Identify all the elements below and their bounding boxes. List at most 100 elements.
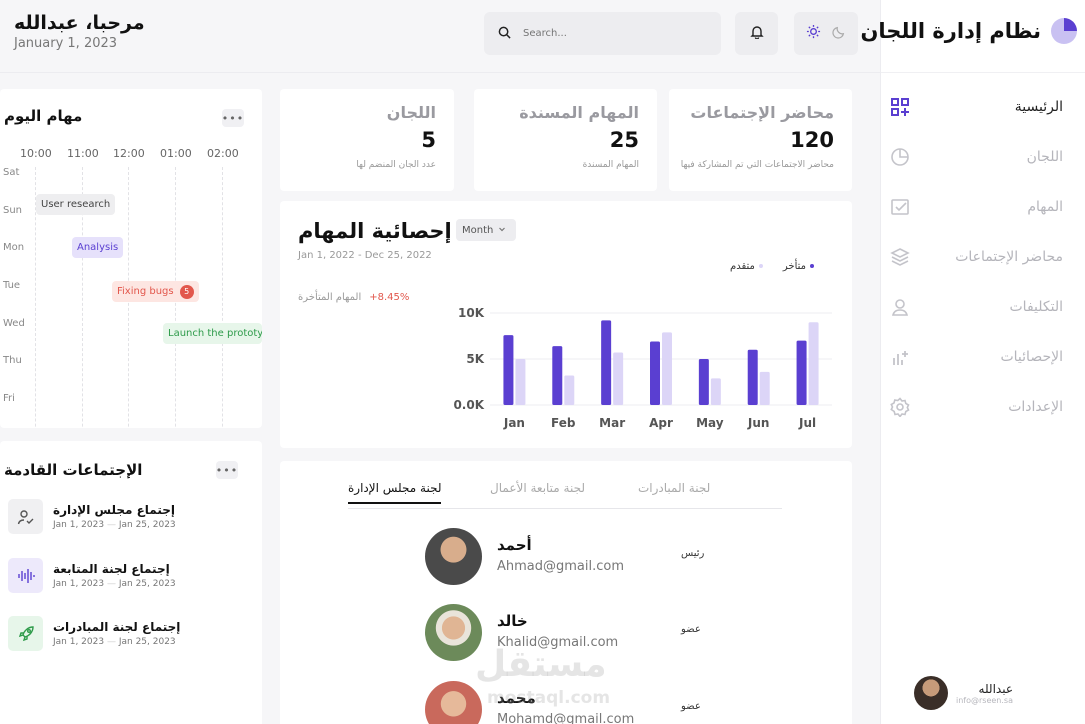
tab-follow-up[interactable]: لجنة متابعة الأعمال <box>490 481 585 495</box>
profile-name: عبدالله <box>978 681 1013 696</box>
meeting-item[interactable]: إجتماع مجلس الإدارة Jan 1, 2023 — Jan 25… <box>8 499 176 534</box>
checkbox-icon <box>889 196 911 218</box>
sidebar-item-statistics[interactable]: الإحصائيات <box>880 332 1085 382</box>
meeting-dates: Jan 1, 2023 — Jan 25, 2023 <box>53 579 176 589</box>
stat-value: 5 <box>421 128 436 152</box>
sidebar-item-label: الإحصائيات <box>1000 349 1063 365</box>
settings-icon <box>889 396 911 418</box>
search-input[interactable] <box>523 28 693 39</box>
sidebar-item-label: الرئيسية <box>1014 99 1063 115</box>
more-options-button[interactable]: ••• <box>216 461 238 479</box>
member-role: رئيس <box>681 548 705 559</box>
event-label: Analysis <box>77 242 119 253</box>
avatar <box>425 681 482 724</box>
day-label: Sat <box>3 167 20 178</box>
more-options-button[interactable]: ••• <box>222 109 244 127</box>
x-tick-label: Feb <box>551 416 576 430</box>
stat-card-tasks: المهام المسندة 25 المهام المسندة <box>474 89 657 191</box>
app-title: نظام إدارة اللجان <box>860 19 1042 43</box>
tab-board[interactable]: لجنة مجلس الإدارة <box>348 481 442 504</box>
event-user-research[interactable]: User research <box>36 194 116 215</box>
event-label: Fixing bugs <box>117 286 174 297</box>
sun-icon[interactable] <box>806 24 821 43</box>
date-separator: — <box>106 637 116 647</box>
meeting-dates: Jan 1, 2023 — Jan 25, 2023 <box>53 520 176 530</box>
stat-value: 25 <box>609 128 639 152</box>
meeting-name: إجتماع مجلس الإدارة <box>53 503 176 517</box>
sidebar-item-tasks[interactable]: المهام <box>880 182 1085 232</box>
meeting-to: Jan 25, 2023 <box>118 520 176 530</box>
x-tick-label: Jan <box>503 416 525 430</box>
event-count-badge: 5 <box>179 284 194 299</box>
day-label: Mon <box>3 242 25 253</box>
meeting-item[interactable]: إجتماع لجنة المبادرات Jan 1, 2023 — Jan … <box>8 616 180 651</box>
more-icon: ••• <box>215 463 239 477</box>
stat-title: المهام المسندة <box>519 103 639 122</box>
schedule-card: مهام اليوم ••• 10:00 11:00 12:00 01:00 0… <box>0 89 262 428</box>
time-label: 12:00 <box>113 147 145 160</box>
meeting-to: Jan 25, 2023 <box>118 579 176 589</box>
bar-late-mar <box>601 320 612 405</box>
event-fixing-bugs[interactable]: Fixing bugs 5 <box>112 281 199 302</box>
time-label: 01:00 <box>160 147 192 160</box>
y-tick-label: 5K <box>466 352 484 366</box>
brand-logo-icon <box>1051 18 1077 44</box>
sidebar-item-settings[interactable]: الإعدادات <box>880 382 1085 432</box>
sidebar-item-home[interactable]: الرئيسية <box>880 82 1085 132</box>
watermark: مستقل <box>475 644 607 685</box>
grid-line <box>222 167 223 428</box>
pie-chart-icon <box>889 146 911 168</box>
meeting-item[interactable]: إجتماع لجنة المتابعة Jan 1, 2023 — Jan 2… <box>8 558 176 593</box>
brand: نظام إدارة اللجان <box>860 18 1077 44</box>
divider <box>881 72 1085 73</box>
search-box[interactable] <box>484 12 721 55</box>
user-profile[interactable]: عبدالله info@rseen.sa <box>914 676 1013 710</box>
event-analysis[interactable]: Analysis <box>72 237 124 258</box>
stat-title: اللجان <box>386 103 436 122</box>
meeting-dates: Jan 1, 2023 — Jan 25, 2023 <box>53 637 180 647</box>
bar-ahead-jul <box>808 322 819 405</box>
sidebar-item-label: محاضر الإجتماعات <box>955 249 1063 265</box>
sidebar-item-label: التكليفات <box>1009 299 1064 315</box>
member-row[interactable]: محمد Mohamd@gmail.com عضو <box>425 681 701 724</box>
member-name: خالد <box>497 612 528 630</box>
meeting-from: Jan 1, 2023 <box>53 579 105 589</box>
sidebar: نظام إدارة اللجان الرئيسية اللجان المهام <box>861 0 1085 724</box>
meeting-from: Jan 1, 2023 <box>53 637 105 647</box>
bar-late-may <box>698 359 709 405</box>
sidebar-item-committees[interactable]: اللجان <box>880 132 1085 182</box>
y-tick-label: 10K <box>458 306 485 320</box>
notifications-button[interactable] <box>735 12 778 55</box>
meeting-name: إجتماع لجنة المتابعة <box>53 562 170 576</box>
more-icon: ••• <box>221 111 245 125</box>
member-row[interactable]: خالد Khalid@gmail.com عضو <box>425 604 701 661</box>
tab-initiatives[interactable]: لجنة المبادرات <box>638 481 710 495</box>
x-tick-label: Apr <box>649 416 673 430</box>
stat-subtitle: محاضر الاجتماعات التي تم المشاركة فيها <box>680 160 834 170</box>
meetings-card: الإجتماعات القادمة ••• إجتماع مجلس الإدا… <box>0 441 262 724</box>
event-label: User research <box>41 199 111 210</box>
stat-subtitle: عدد الجان المنضم لها <box>356 160 436 170</box>
stat-card-minutes: محاضر الإجتماعات 120 محاضر الاجتماعات ال… <box>669 89 852 191</box>
moon-icon[interactable] <box>832 24 846 43</box>
y-tick-label: 0.0K <box>453 398 484 412</box>
sidebar-item-assignments[interactable]: التكليفات <box>880 282 1085 332</box>
meeting-to: Jan 25, 2023 <box>118 637 176 647</box>
time-label: 10:00 <box>20 147 52 160</box>
meetings-title: الإجتماعات القادمة <box>4 461 143 479</box>
member-email: Ahmad@gmail.com <box>497 559 625 574</box>
bar-ahead-mar <box>613 352 624 405</box>
theme-toggle[interactable] <box>794 12 858 55</box>
sidebar-item-minutes[interactable]: محاضر الإجتماعات <box>880 232 1085 282</box>
bar-late-jul <box>796 340 807 405</box>
bar-late-apr <box>650 341 660 405</box>
dashboard-icon <box>889 96 911 118</box>
event-label: Launch the prototype <box>168 328 262 339</box>
stats-icon <box>889 346 911 368</box>
x-tick-label: May <box>696 416 724 430</box>
event-launch-prototype[interactable]: Launch the prototype <box>163 323 262 344</box>
user-check-icon <box>8 499 43 534</box>
stat-card-committees: اللجان 5 عدد الجان المنضم لها <box>280 89 454 191</box>
bell-icon <box>749 24 764 43</box>
member-row[interactable]: أحمد Ahmad@gmail.com رئيس <box>425 528 704 585</box>
